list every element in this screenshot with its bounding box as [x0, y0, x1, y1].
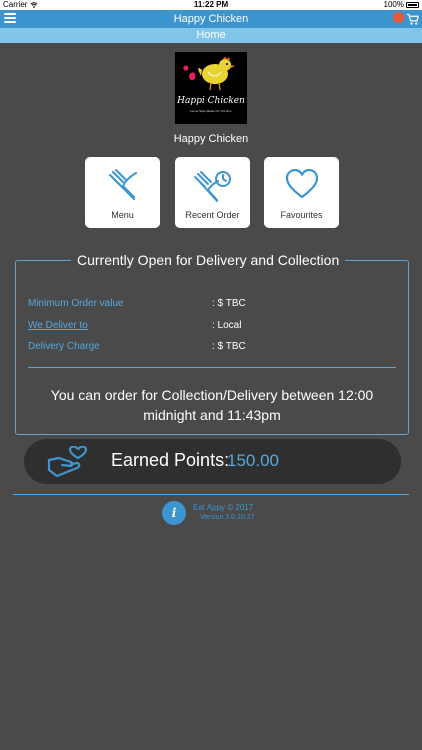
cart-badge — [393, 12, 404, 23]
clock: 11:22 PM — [193, 0, 229, 9]
delivery-charge-value: : $ TBC — [212, 341, 246, 352]
info-icon[interactable]: i — [162, 501, 186, 525]
recent-order-button[interactable]: Recent Order — [175, 157, 250, 228]
delivery-charge-label: Delivery Charge — [28, 341, 100, 352]
footer-copyright: Eat Appy © 2017 — [193, 503, 254, 512]
menu-button[interactable]: Menu — [85, 157, 160, 228]
recent-order-label: Recent Order — [185, 210, 240, 220]
earned-points-value: 150.00 — [227, 451, 279, 470]
restaurant-name: Happy Chicken — [173, 133, 249, 145]
min-order-value: : $ TBC — [212, 298, 246, 309]
battery-percent: 100% — [383, 0, 404, 9]
restaurant-logo: Happi Chicken Home Style Meals On The Ru… — [175, 52, 247, 124]
nav-bar: Happy Chicken — [0, 10, 422, 28]
cart-button[interactable] — [393, 12, 419, 27]
logo-wordmark: Happi Chicken — [177, 96, 245, 106]
footer-divider — [13, 494, 409, 495]
chicken-logo-icon — [183, 57, 235, 91]
earned-points-label: Earned Points: — [111, 450, 230, 470]
menu-label: Menu — [111, 210, 134, 220]
fork-knife-icon — [108, 169, 137, 200]
hand-heart-icon — [47, 446, 88, 478]
heart-icon — [285, 169, 318, 199]
favourites-label: Favourites — [280, 210, 323, 220]
deliver-to-value: : Local — [212, 320, 242, 331]
favourites-button[interactable]: Favourites — [264, 157, 339, 228]
nav-title: Happy Chicken — [173, 13, 249, 25]
min-order-label: Minimum Order value — [28, 298, 124, 309]
breadcrumb-home: Home — [196, 29, 226, 41]
deliver-to-link[interactable]: We Deliver to — [28, 320, 88, 331]
breadcrumb-bar: Home — [0, 28, 422, 43]
logo-tagline: Home Style Meals On The Run — [190, 109, 232, 113]
recent-order-icon — [193, 171, 231, 202]
cart-icon — [406, 13, 419, 25]
battery-icon — [406, 2, 419, 8]
earned-points-bar[interactable]: Earned Points: 150.00 — [24, 439, 401, 484]
store-status-panel: Currently Open for Delivery and Collecti… — [15, 252, 409, 435]
order-window-text: You can order for Collection/Delivery be… — [50, 387, 374, 423]
store-status-title: Currently Open for Delivery and Collecti… — [71, 252, 346, 268]
status-bar: Carrier 11:22 PM 100% — [0, 0, 422, 10]
panel-divider — [28, 367, 396, 368]
footer-version: Version 3.0.10.27 — [200, 514, 255, 521]
